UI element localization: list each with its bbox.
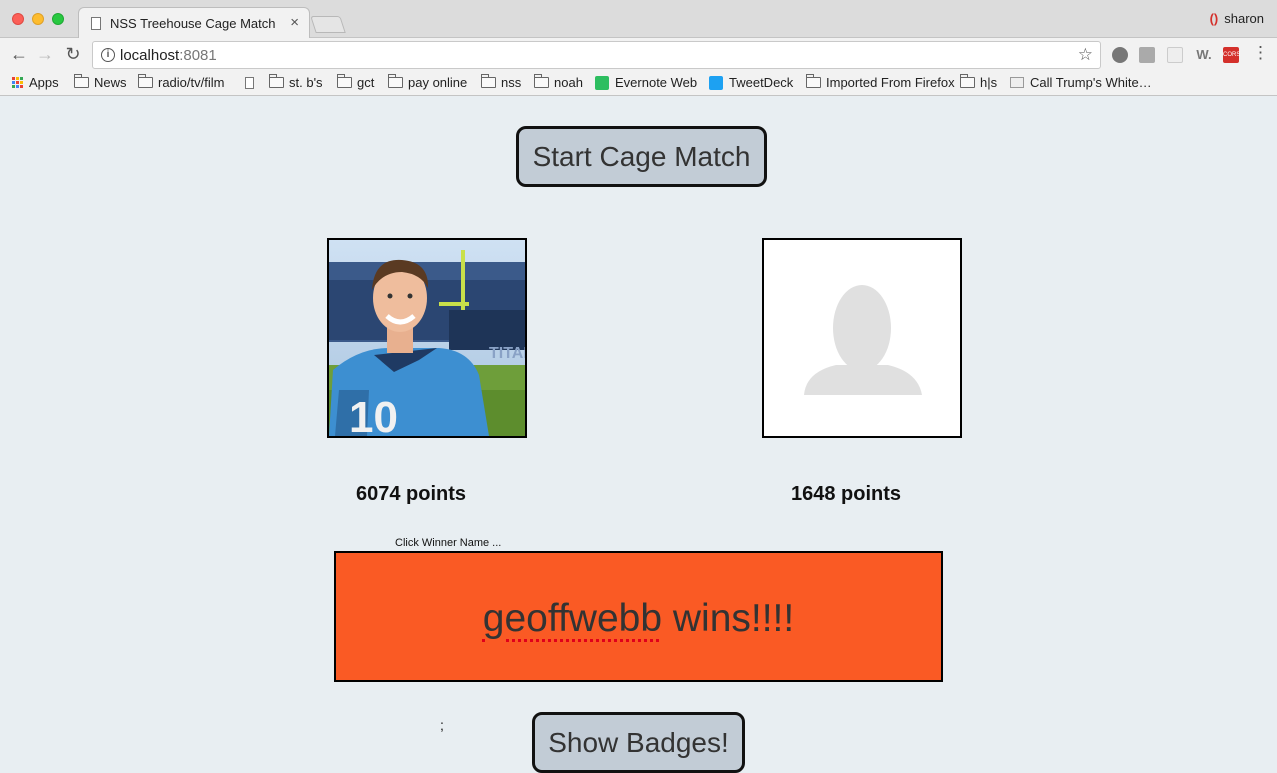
page-icon: [245, 77, 254, 89]
start-cage-match-button[interactable]: Start Cage Match: [516, 126, 767, 187]
stray-text: ;: [440, 717, 444, 733]
evernote-extension-icon[interactable]: [1112, 47, 1128, 63]
bookmark-label: TweetDeck: [729, 75, 794, 90]
bookmark-news[interactable]: News: [74, 74, 127, 90]
folder-icon: [74, 74, 89, 88]
minimize-window-button[interactable]: [32, 13, 44, 25]
bookmark-label: st. b's: [289, 75, 323, 90]
new-tab-button[interactable]: [310, 16, 346, 33]
url-host: localhost: [120, 47, 180, 64]
bookmark-label: noah: [554, 75, 583, 90]
profile-button[interactable]: () sharon: [1210, 11, 1264, 26]
browser-tab-bar: NSS Treehouse Cage Match × () sharon: [0, 0, 1277, 39]
bookmark-label: gct: [357, 75, 375, 90]
page-icon: [91, 17, 101, 30]
bookmark-imported-from-firefox[interactable]: Imported From Firefox: [806, 74, 955, 90]
bookmark-noah[interactable]: noah: [534, 74, 583, 90]
bookmark-label: Call Trump's White…: [1030, 75, 1152, 90]
folder-icon: [534, 74, 549, 88]
bookmark-label: h|s: [980, 75, 998, 90]
winner-name[interactable]: geoffwebb: [483, 597, 662, 640]
click-winner-hint: Click Winner Name ...: [395, 537, 502, 549]
folder-icon: [388, 74, 403, 88]
tab-title: NSS Treehouse Cage Match: [110, 16, 276, 31]
bookmark-nss[interactable]: nss: [481, 74, 522, 90]
bookmark-apps[interactable]: Apps: [12, 75, 59, 90]
address-bar[interactable]: i localhost:8081 ☆: [92, 41, 1101, 69]
bookmark-label: News: [94, 75, 127, 90]
folder-icon: [269, 74, 284, 88]
reload-icon[interactable]: ↻: [62, 44, 84, 65]
bookmark-label: radio/tv/film: [158, 75, 225, 90]
w-extension-icon[interactable]: W.: [1194, 47, 1214, 63]
folder-icon: [481, 74, 496, 88]
browser-tab-active[interactable]: NSS Treehouse Cage Match ×: [78, 7, 310, 39]
folder-icon: [806, 74, 821, 88]
maximize-window-button[interactable]: [52, 13, 64, 25]
whitehouse-icon: [1010, 77, 1024, 88]
player2-points: 1648 points: [791, 483, 902, 505]
bookmark-pay-online[interactable]: pay online: [388, 74, 468, 90]
player2-avatar: [762, 238, 962, 438]
tab-close-icon[interactable]: ×: [290, 14, 299, 31]
bookmark-label: Imported From Firefox: [826, 75, 955, 90]
default-user-icon: [764, 240, 960, 436]
player1-photo: TITANS 10: [329, 240, 525, 436]
show-badges-button[interactable]: Show Badges!: [532, 712, 745, 773]
forward-arrow-icon[interactable]: →: [34, 44, 56, 65]
bookmark-gct[interactable]: gct: [337, 74, 375, 90]
bookmarks-bar: Apps News radio/tv/film st. b's gct pay …: [0, 72, 1277, 96]
url-port: :8081: [179, 47, 217, 64]
evernote-icon: [595, 75, 609, 90]
svg-text:10: 10: [349, 393, 398, 436]
browser-menu-icon[interactable]: ⋮: [1252, 43, 1269, 63]
profile-icon: (): [1209, 11, 1219, 26]
profile-name: sharon: [1224, 11, 1264, 26]
bookmark-call-trump[interactable]: Call Trump's White…: [1010, 75, 1152, 90]
extension-icon[interactable]: [1139, 47, 1155, 63]
bookmark-page[interactable]: [245, 77, 254, 89]
svg-text:TITANS: TITANS: [489, 345, 525, 362]
bookmark-st-bs[interactable]: st. b's: [269, 74, 323, 90]
back-arrow-icon[interactable]: ←: [8, 44, 30, 65]
bookmark-tweetdeck[interactable]: TweetDeck: [709, 75, 793, 90]
folder-icon: [138, 74, 153, 88]
winner-suffix: wins!!!!: [662, 597, 795, 640]
extension-icon[interactable]: [1167, 47, 1183, 63]
winner-banner[interactable]: geoffwebb wins!!!!: [334, 551, 943, 682]
folder-icon: [337, 74, 352, 88]
tweetdeck-icon: [709, 75, 723, 90]
info-icon[interactable]: i: [101, 48, 115, 62]
page-content: Start Cage Match TITANS 10: [0, 97, 1277, 773]
bookmark-evernote-web[interactable]: Evernote Web: [595, 75, 697, 90]
bookmark-label: Evernote Web: [615, 75, 698, 90]
bookmark-hs[interactable]: h|s: [960, 74, 998, 90]
bookmark-label: pay online: [408, 75, 468, 90]
player1-points: 6074 points: [356, 483, 467, 505]
player1-avatar: TITANS 10: [327, 238, 527, 438]
url-text[interactable]: localhost:8081: [120, 47, 217, 64]
cors-extension-icon[interactable]: CORS: [1223, 47, 1240, 63]
winner-text[interactable]: geoffwebb wins!!!!: [336, 597, 941, 641]
bookmark-label: nss: [501, 75, 522, 90]
folder-icon: [960, 74, 975, 88]
browser-toolbar: ← → ↻ i localhost:8081 ☆ W. CORS ⋮: [0, 38, 1277, 72]
bookmark-star-icon[interactable]: ☆: [1078, 45, 1093, 65]
close-window-button[interactable]: [12, 13, 24, 25]
apps-icon: [12, 77, 23, 88]
bookmark-radio-tv-film[interactable]: radio/tv/film: [138, 74, 225, 90]
bookmark-label: Apps: [29, 75, 59, 90]
